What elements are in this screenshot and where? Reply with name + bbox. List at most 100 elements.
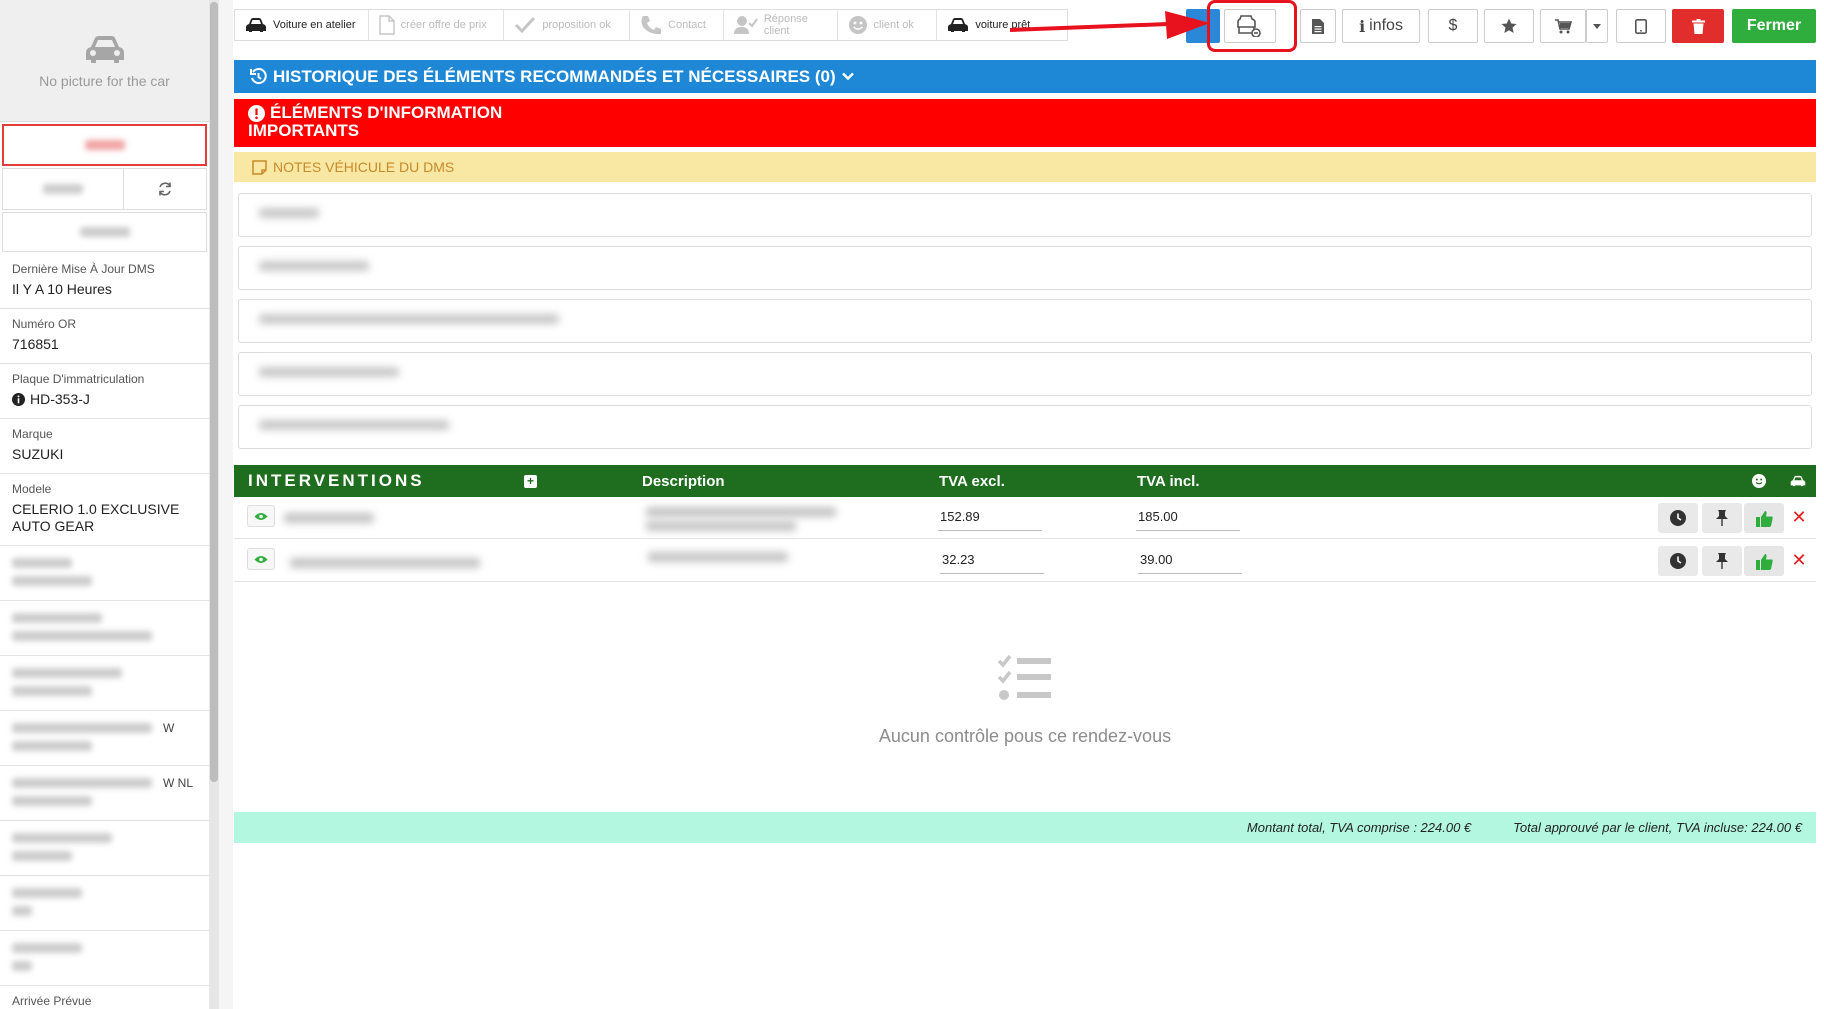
remove-button[interactable]: ✕ — [1790, 550, 1808, 570]
partial-label: W NL — [163, 776, 193, 790]
price-button[interactable]: $ — [1428, 9, 1478, 43]
blurred-label — [84, 140, 125, 150]
tva-incl-input[interactable]: 185.00 — [1136, 509, 1240, 531]
partial-label: W — [163, 721, 175, 735]
field-value: Il Y A 10 Heures — [12, 281, 112, 297]
important-title-line1: ÉLÉMENTS D'INFORMATION — [270, 103, 503, 122]
dollar-icon: $ — [1448, 17, 1458, 34]
sidebar-tertiary-button[interactable] — [2, 212, 207, 252]
info-circle-icon[interactable] — [12, 392, 25, 406]
step-car-in-workshop[interactable]: Voiture en atelier — [235, 10, 369, 40]
dms-notes-header: NOTES VÉHICULE DU DMS — [234, 152, 1816, 182]
field-brand: Marque SUZUKI — [0, 419, 209, 474]
cart-button[interactable] — [1540, 9, 1586, 43]
history-title: HISTORIQUE DES ÉLÉMENTS RECOMMANDÉS ET N… — [273, 66, 836, 86]
step-label: Voiture en atelier — [273, 19, 356, 31]
step-create-offer[interactable]: créer offre de prix — [369, 10, 505, 40]
dms-notes-list — [238, 193, 1812, 458]
blurred-field — [0, 931, 209, 986]
sidebar-scrollbar[interactable] — [209, 0, 219, 1009]
check-icon — [515, 16, 536, 34]
blurred-code — [284, 513, 374, 523]
sidebar-action-button[interactable] — [2, 124, 207, 166]
clock-icon — [1670, 510, 1686, 526]
pin-icon — [1716, 510, 1728, 526]
thumbs-up-icon — [1755, 553, 1773, 570]
favorite-button[interactable] — [1484, 9, 1534, 43]
time-button[interactable] — [1658, 546, 1698, 576]
step-label: créer offre de prix — [400, 19, 487, 31]
tva-excl-input[interactable]: 32.23 — [940, 552, 1044, 574]
blurred-field: W NL — [0, 766, 209, 821]
view-button[interactable] — [247, 505, 275, 527]
exclamation-circle-icon — [248, 104, 265, 122]
tva-excl-input[interactable]: 152.89 — [938, 509, 1042, 531]
no-picture-label: No picture for the car — [39, 72, 170, 89]
step-proposal-ok[interactable]: proposition ok — [504, 10, 631, 40]
remove-button[interactable]: ✕ — [1790, 507, 1808, 527]
document-button[interactable] — [1300, 9, 1336, 43]
close-button[interactable]: Fermer — [1732, 9, 1816, 43]
important-title-line2: IMPORTANTS — [248, 121, 360, 140]
field-value: 716851 — [12, 336, 59, 352]
time-button[interactable] — [1658, 503, 1698, 533]
history-icon — [250, 68, 267, 85]
annotation-highlight-box — [1207, 0, 1297, 52]
refresh-button[interactable] — [124, 169, 206, 209]
document-icon — [378, 15, 395, 35]
col-description: Description — [642, 472, 725, 490]
infos-button[interactable]: i infos — [1342, 9, 1420, 43]
step-client-ok[interactable]: client ok — [838, 10, 938, 40]
col-tva-excl: TVA excl. — [939, 472, 1005, 490]
step-label: Réponse client — [763, 13, 808, 37]
tva-incl-input[interactable]: 39.00 — [1138, 552, 1242, 574]
blurred-code — [290, 558, 480, 568]
important-title-row: ÉLÉMENTS D'INFORMATION — [248, 104, 1802, 122]
infos-label: infos — [1369, 17, 1403, 34]
tablet-button[interactable] — [1616, 9, 1666, 43]
workflow-steps: Voiture en atelier créer offre de prix p… — [234, 9, 1068, 41]
chevron-down-icon — [841, 72, 854, 81]
field-model: Modele CELERIO 1.0 EXCLUSIVE AUTO GEAR — [0, 474, 209, 546]
blurred-field: W — [0, 711, 209, 766]
step-label: proposition ok — [542, 19, 611, 31]
field-value: SUZUKI — [12, 446, 64, 462]
approve-button[interactable] — [1744, 503, 1784, 533]
empty-checks-state: Aucun contrôle pous ce rendez-vous — [234, 654, 1816, 747]
history-section-header[interactable]: HISTORIQUE DES ÉLÉMENTS RECOMMANDÉS ET N… — [234, 60, 1816, 93]
car-icon — [1790, 475, 1806, 487]
blurred-label — [43, 184, 83, 194]
add-intervention-icon[interactable]: + — [524, 474, 537, 488]
phone-icon — [641, 16, 662, 35]
user-check-icon — [733, 16, 758, 34]
tablet-icon — [1635, 18, 1647, 34]
sidebar-button-row — [2, 168, 207, 210]
view-button[interactable] — [247, 548, 275, 570]
step-contact[interactable]: Contact — [630, 10, 724, 40]
delete-button[interactable] — [1672, 9, 1724, 43]
step-client-response[interactable]: Réponse client — [724, 10, 838, 40]
field-value: HD-353-J — [30, 391, 90, 407]
field-license-plate: Plaque D'immatriculation HD-353-J — [0, 364, 209, 419]
field-label: Numéro OR — [12, 317, 77, 331]
sidebar-secondary-button[interactable] — [3, 169, 124, 209]
blurred-field — [0, 656, 209, 711]
car-icon — [246, 18, 266, 32]
note-item — [238, 352, 1812, 396]
cart-dropdown-toggle[interactable] — [1586, 9, 1608, 43]
important-info-section: ÉLÉMENTS D'INFORMATION IMPORTANTS — [234, 99, 1816, 147]
interventions-title: INTERVENTIONS — [248, 471, 425, 490]
blurred-field — [0, 876, 209, 931]
interventions-header: INTERVENTIONS + Description TVA excl. TV… — [234, 465, 1816, 497]
pin-button[interactable] — [1702, 546, 1742, 576]
approve-button[interactable] — [1744, 546, 1784, 576]
total-amount: Montant total, TVA comprise : 224.00 € — [1246, 820, 1472, 835]
trash-icon — [1691, 18, 1705, 34]
blurred-description — [646, 507, 836, 517]
pin-button[interactable] — [1702, 503, 1742, 533]
scrollbar-thumb[interactable] — [210, 2, 218, 782]
field-label: Marque — [12, 427, 53, 441]
field-planned-arrival: Arrivée Prévue — [0, 986, 209, 1009]
blurred-label — [79, 227, 130, 237]
field-value-row: HD-353-J — [12, 391, 197, 407]
